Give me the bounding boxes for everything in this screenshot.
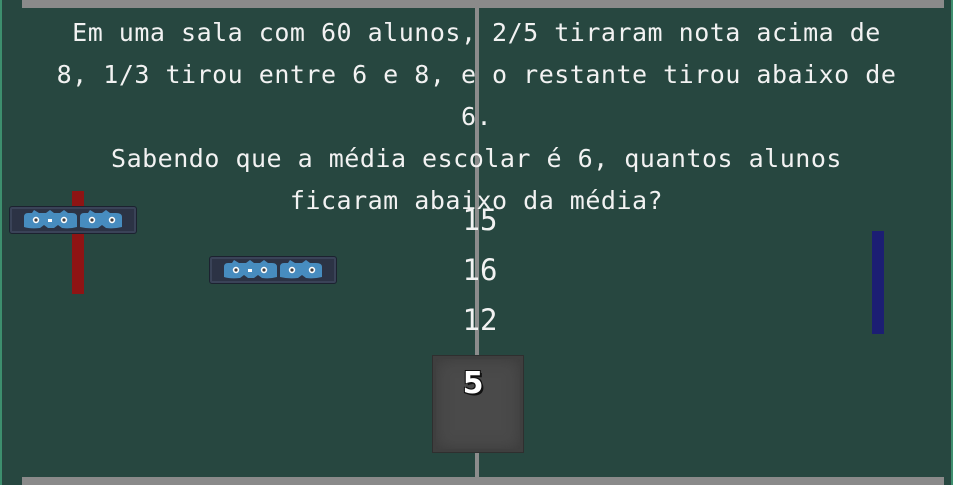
moving-sprite: [9, 206, 137, 234]
top-wall: [22, 0, 944, 8]
moving-sprite: [209, 256, 337, 284]
question-line: Sabendo que a média escolar é 6, quantos…: [111, 144, 842, 173]
answer-option-2[interactable]: 16: [430, 252, 530, 288]
question-line: 8, 1/3 tirou entre 6 e 8, e o restante t…: [56, 60, 897, 131]
question-text: Em uma sala com 60 alunos, 2/5 tiraram n…: [40, 12, 913, 222]
right-paddle[interactable]: [872, 231, 884, 334]
answer-option-1[interactable]: 15: [430, 202, 530, 238]
question-line: Em uma sala com 60 alunos, 2/5 tiraram n…: [72, 18, 881, 47]
frame-edge-left: [0, 0, 2, 485]
godot-logo-icon: [224, 260, 322, 279]
answer-option-3[interactable]: 12: [430, 302, 530, 338]
game-canvas: Em uma sala com 60 alunos, 2/5 tiraram n…: [0, 0, 953, 485]
answer-box[interactable]: 5: [432, 355, 524, 453]
godot-logo-icon: [24, 210, 122, 229]
bottom-wall: [22, 477, 944, 485]
answer-value: 5: [462, 366, 484, 401]
